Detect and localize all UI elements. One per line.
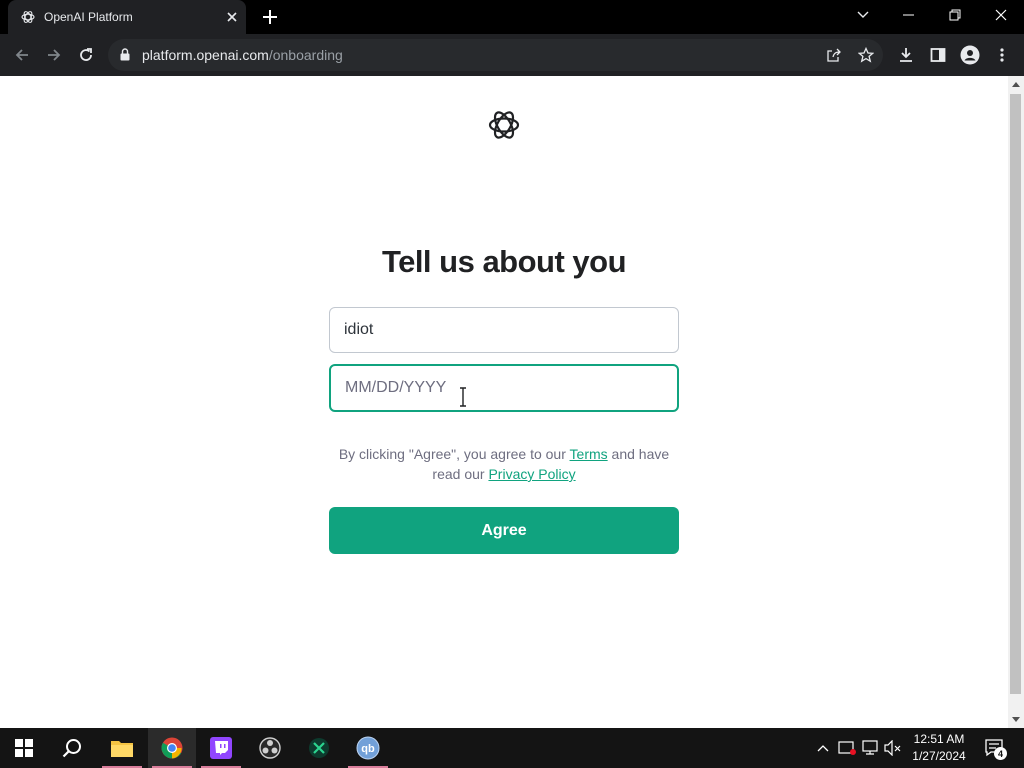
svg-text:qb: qb	[361, 743, 375, 755]
browser-tab-strip: OpenAI Platform	[0, 0, 1024, 34]
profile-avatar-icon[interactable]	[960, 45, 980, 65]
tray-network[interactable]	[860, 728, 880, 768]
agree-button[interactable]: Agree	[329, 507, 679, 554]
taskbar-twitch[interactable]	[197, 728, 245, 768]
tab-search-icon[interactable]	[840, 0, 886, 30]
side-panel-icon[interactable]	[928, 45, 948, 65]
browser-tab[interactable]: OpenAI Platform	[8, 0, 246, 34]
security-tray-icon	[838, 741, 856, 755]
openai-favicon-icon	[21, 11, 35, 23]
close-window-icon[interactable]	[978, 0, 1024, 30]
forward-icon[interactable]	[44, 45, 64, 65]
url-text[interactable]: platform.openai.com/onboarding	[142, 47, 343, 63]
openai-logo-icon	[488, 111, 520, 139]
taskbar-app[interactable]	[295, 728, 343, 768]
obs-icon	[259, 737, 281, 759]
agree-button-label: Agree	[481, 521, 527, 539]
page-title: Tell us about you	[381, 244, 627, 279]
full-name-value: idiot	[344, 321, 374, 338]
scroll-up-icon[interactable]	[1012, 82, 1020, 87]
download-icon[interactable]	[896, 45, 916, 65]
restore-icon[interactable]	[932, 0, 978, 30]
taskbar-file-explorer[interactable]	[98, 728, 146, 768]
search-icon	[62, 739, 81, 758]
new-tab-icon[interactable]	[261, 8, 279, 26]
more-menu-icon[interactable]	[992, 45, 1012, 65]
notification-center[interactable]: 4	[980, 728, 1010, 768]
taskbar-chrome[interactable]	[148, 728, 196, 768]
legal-prefix: By clicking "Agree", you agree to our	[338, 446, 570, 462]
full-name-input[interactable]: idiot	[329, 307, 679, 353]
onboarding-page: Tell us about you idiot MM/DD/YYYY By cl…	[0, 76, 1008, 728]
bookmark-star-icon[interactable]	[858, 47, 874, 63]
back-icon[interactable]	[12, 45, 32, 65]
terms-link[interactable]: Terms	[570, 446, 608, 462]
taskbar-qbittorrent[interactable]: qb	[344, 728, 392, 768]
start-button[interactable]	[0, 728, 48, 768]
notification-count: 4	[994, 747, 1007, 760]
network-icon	[862, 740, 878, 755]
twitch-icon	[210, 737, 232, 759]
tray-volume[interactable]	[883, 728, 903, 768]
show-hidden-icons[interactable]	[814, 728, 832, 768]
tab-title: OpenAI Platform	[44, 10, 133, 24]
address-bar[interactable]: platform.openai.com/onboarding	[108, 39, 883, 71]
browser-toolbar: platform.openai.com/onboarding	[0, 34, 1024, 76]
privacy-policy-link[interactable]: Privacy Policy	[488, 466, 575, 482]
volume-muted-icon	[884, 740, 901, 756]
reload-icon[interactable]	[76, 45, 96, 65]
qbittorrent-icon: qb	[356, 736, 380, 760]
minimize-icon[interactable]	[886, 0, 932, 30]
clock-time: 12:51 AM	[913, 732, 965, 746]
url-path: /onboarding	[268, 47, 343, 63]
app-icon	[309, 738, 329, 758]
scroll-down-icon[interactable]	[1012, 717, 1020, 722]
file-explorer-icon	[111, 741, 133, 757]
windows-taskbar: qb 12:51 AM 1/27/2024 4	[0, 728, 1024, 768]
close-tab-icon[interactable]	[224, 9, 240, 25]
url-host: platform.openai.com	[142, 47, 269, 63]
birthday-placeholder: MM/DD/YYYY	[345, 379, 447, 396]
system-clock[interactable]: 12:51 AM 1/27/2024	[904, 731, 974, 765]
text-cursor-icon	[460, 387, 466, 407]
chevron-up-icon	[817, 745, 829, 752]
legal-notice: By clicking "Agree", you agree to our Te…	[329, 444, 679, 484]
search-button[interactable]	[48, 728, 96, 768]
chrome-icon	[161, 737, 183, 759]
clock-date: 1/27/2024	[912, 749, 966, 763]
page-scrollbar[interactable]	[1008, 76, 1024, 728]
birthday-input[interactable]: MM/DD/YYYY	[329, 364, 679, 412]
lock-icon[interactable]	[120, 48, 130, 61]
start-icon	[15, 739, 33, 757]
share-icon[interactable]	[826, 47, 842, 63]
taskbar-obs[interactable]	[246, 728, 294, 768]
tray-security[interactable]	[837, 728, 857, 768]
scrollbar-thumb[interactable]	[1010, 94, 1021, 694]
